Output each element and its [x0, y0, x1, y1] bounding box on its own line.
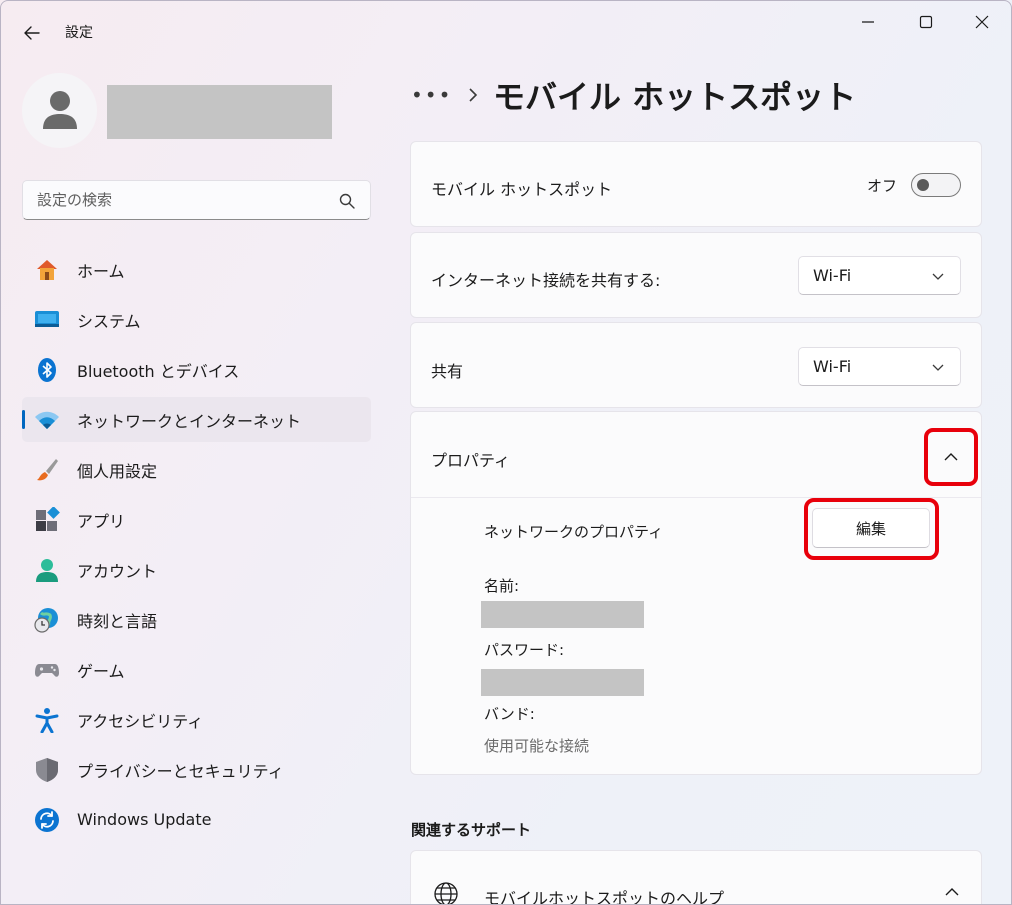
bluetooth-icon: [34, 357, 60, 383]
share-from-card: インターネット接続を共有する: Wi-Fi: [410, 232, 982, 318]
share-over-card: 共有 Wi-Fi: [410, 322, 982, 408]
user-icon: [42, 90, 77, 129]
update-icon: [34, 807, 60, 833]
gamepad-icon: [34, 657, 60, 683]
sidebar-item-home[interactable]: ホーム: [22, 247, 371, 292]
chevron-down-icon: [932, 364, 944, 371]
accessibility-icon: [34, 707, 60, 733]
settings-window: 設定 ホーム システム: [0, 0, 1012, 905]
sidebar-item-system[interactable]: システム: [22, 297, 371, 342]
avatar[interactable]: [22, 73, 97, 148]
name-value-redacted: [481, 601, 644, 628]
share-over-label: 共有: [431, 362, 464, 381]
sidebar-item-label: アクセシビリティ: [77, 711, 204, 731]
brush-icon: [34, 457, 60, 483]
account-icon: [34, 557, 60, 583]
related-support-title: 関連するサポート: [411, 821, 532, 839]
search-icon[interactable]: [338, 192, 356, 210]
toggle-knob: [917, 179, 929, 191]
close-icon: [975, 15, 989, 29]
breadcrumb-more-button[interactable]: •••: [411, 83, 453, 107]
sidebar-item-label: プライバシーとセキュリティ: [77, 761, 284, 781]
page-title: モバイル ホットスポット: [493, 78, 857, 116]
sidebar-item-label: Windows Update: [77, 810, 212, 829]
sidebar-item-accounts[interactable]: アカウント: [22, 547, 371, 592]
chevron-right-icon: [453, 87, 493, 103]
chevron-up-icon: [944, 453, 958, 461]
sidebar-item-label: ホーム: [77, 261, 125, 281]
back-arrow-icon: [24, 26, 40, 40]
sidebar-item-privacy[interactable]: プライバシーとセキュリティ: [22, 747, 371, 792]
sidebar-nav: ホーム システム Bluetooth とデバイス ネットワークとインターネット …: [22, 247, 371, 847]
properties-label: プロパティ: [431, 451, 511, 470]
title-bar: 設定: [1, 1, 1011, 61]
close-button[interactable]: [959, 7, 1005, 37]
sidebar-item-network[interactable]: ネットワークとインターネット: [22, 397, 371, 442]
toggle-state-text: オフ: [866, 177, 897, 195]
globe-icon: [434, 882, 458, 904]
minimize-icon: [862, 21, 874, 23]
hotspot-toggle[interactable]: [911, 173, 961, 197]
dropdown-value: Wi-Fi: [813, 357, 852, 376]
hotspot-label: モバイル ホットスポット: [431, 180, 613, 199]
search-input[interactable]: [23, 191, 323, 209]
properties-card: プロパティ ネットワークのプロパティ 編集 名前: パスワード: バンド: 使用…: [410, 411, 982, 775]
search-box[interactable]: [22, 180, 371, 220]
share-from-label: インターネット接続を共有する:: [431, 271, 661, 290]
wifi-icon: [34, 407, 60, 433]
password-value-redacted: [481, 669, 644, 696]
maximize-button[interactable]: [903, 7, 949, 37]
edit-button[interactable]: 編集: [812, 508, 930, 548]
apps-icon: [34, 507, 60, 533]
sidebar-item-label: 時刻と言語: [77, 611, 158, 631]
network-properties-label: ネットワークのプロパティ: [484, 523, 664, 541]
hotspot-card: モバイル ホットスポット オフ: [410, 141, 982, 227]
profile-name-redacted: [107, 85, 332, 139]
sidebar-item-label: 個人用設定: [77, 461, 158, 481]
home-icon: [34, 257, 60, 283]
share-from-dropdown[interactable]: Wi-Fi: [798, 256, 961, 295]
sidebar-item-label: アプリ: [77, 511, 126, 531]
share-over-dropdown[interactable]: Wi-Fi: [798, 347, 961, 386]
maximize-icon: [919, 15, 933, 29]
time-language-icon: [34, 607, 60, 633]
band-label: バンド:: [484, 705, 535, 723]
sidebar-item-label: ネットワークとインターネット: [77, 411, 302, 431]
sidebar-item-label: アカウント: [77, 561, 158, 581]
password-label: パスワード:: [484, 641, 565, 659]
sidebar-item-time-language[interactable]: 時刻と言語: [22, 597, 371, 642]
sidebar-item-label: ゲーム: [77, 661, 125, 681]
window-title: 設定: [65, 25, 93, 41]
dropdown-value: Wi-Fi: [813, 266, 852, 285]
sidebar-item-label: システム: [77, 311, 141, 331]
shield-icon: [34, 757, 60, 783]
back-button[interactable]: [17, 19, 47, 47]
breadcrumb: ••• モバイル ホットスポット: [411, 75, 857, 116]
sidebar-item-accessibility[interactable]: アクセシビリティ: [22, 697, 371, 742]
sidebar-item-windows-update[interactable]: Windows Update: [22, 797, 371, 842]
sidebar-item-apps[interactable]: アプリ: [22, 497, 371, 542]
name-label: 名前:: [484, 577, 520, 595]
collapse-properties-button[interactable]: [924, 428, 978, 486]
hotspot-help-card[interactable]: モバイルホットスポットのヘルプ: [410, 850, 982, 905]
hotspot-help-label: モバイルホットスポットのヘルプ: [484, 889, 725, 905]
sidebar-item-personalization[interactable]: 個人用設定: [22, 447, 371, 492]
chevron-down-icon: [932, 273, 944, 280]
sidebar-item-bluetooth[interactable]: Bluetooth とデバイス: [22, 347, 371, 392]
system-icon: [34, 307, 60, 333]
minimize-button[interactable]: [845, 7, 891, 37]
sidebar-item-label: Bluetooth とデバイス: [77, 361, 240, 381]
sidebar-item-gaming[interactable]: ゲーム: [22, 647, 371, 692]
chevron-up-icon[interactable]: [945, 887, 959, 897]
band-value: 使用可能な接続: [484, 737, 590, 755]
